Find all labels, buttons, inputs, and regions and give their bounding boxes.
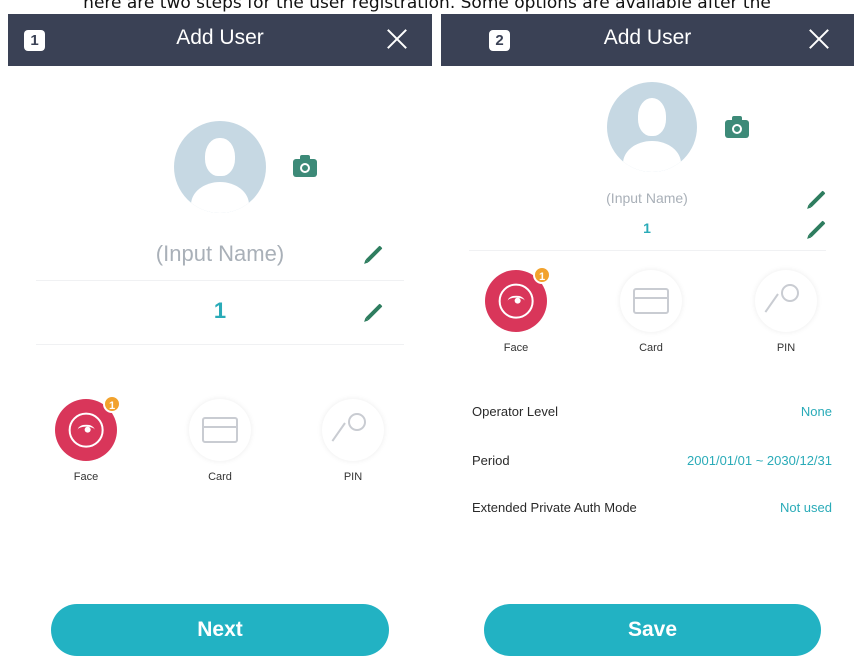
caption-text: here are two steps for the user registra…	[83, 0, 771, 13]
edit-id-icon[interactable]	[808, 220, 826, 238]
close-icon[interactable]	[384, 24, 410, 54]
next-button[interactable]: Next	[51, 604, 389, 656]
user-id-field[interactable]: 1	[622, 220, 672, 236]
edit-name-icon[interactable]	[808, 190, 826, 208]
operator-level-value[interactable]: None	[801, 404, 832, 419]
title-bar: 1 Add User	[8, 14, 432, 66]
id-divider	[469, 250, 826, 251]
name-input[interactable]: (Input Name)	[577, 190, 717, 206]
camera-icon[interactable]	[725, 116, 749, 138]
screen-title: Add User	[176, 26, 264, 49]
id-divider	[36, 344, 404, 345]
operator-level-label: Operator Level	[472, 404, 558, 419]
key-icon	[338, 413, 368, 447]
card-icon	[202, 417, 238, 443]
face-auth-circle: 1	[55, 395, 121, 461]
period-row[interactable]: Period 2001/01/01 ~ 2030/12/31	[472, 453, 832, 473]
extended-auth-mode-row[interactable]: Extended Private Auth Mode Not used	[472, 500, 832, 520]
face-icon	[498, 283, 534, 319]
face-count-badge: 1	[103, 395, 121, 413]
card-icon	[633, 288, 669, 314]
title-bar: 2 Add User	[441, 14, 854, 66]
card-label: Card	[639, 342, 663, 354]
avatar-body	[623, 141, 681, 172]
close-icon[interactable]	[806, 24, 832, 54]
auth-card-option[interactable]: Card	[183, 399, 257, 483]
key-icon	[771, 284, 801, 318]
add-user-step1-screen: 1 Add User (Input Name) 1 1 Face Card PI…	[8, 14, 432, 669]
pin-auth-circle	[755, 270, 817, 332]
auth-pin-option[interactable]: PIN	[316, 399, 390, 483]
card-auth-circle	[620, 270, 682, 332]
operator-level-row[interactable]: Operator Level None	[472, 404, 832, 424]
pin-label: PIN	[343, 471, 363, 483]
face-icon	[68, 412, 104, 448]
extended-auth-mode-value[interactable]: Not used	[780, 500, 832, 515]
period-value[interactable]: 2001/01/01 ~ 2030/12/31	[687, 453, 832, 468]
auth-pin-option[interactable]: PIN	[752, 270, 820, 354]
name-input[interactable]: (Input Name)	[120, 241, 320, 267]
extended-auth-mode-label: Extended Private Auth Mode	[472, 500, 637, 515]
user-id-field[interactable]: 1	[170, 298, 270, 324]
pin-auth-circle	[322, 399, 384, 461]
edit-name-icon[interactable]	[365, 245, 383, 263]
auth-card-option[interactable]: Card	[617, 270, 685, 354]
avatar-head	[637, 98, 667, 136]
avatar[interactable]	[607, 82, 697, 172]
auth-face-option[interactable]: 1 Face	[47, 395, 125, 483]
face-label: Face	[503, 342, 529, 354]
add-user-step2-screen: 2 Add User (Input Name) 1 1 Face Card PI…	[441, 14, 854, 669]
avatar-body	[190, 181, 250, 213]
avatar-head	[205, 137, 235, 177]
face-label: Face	[73, 471, 99, 483]
camera-icon[interactable]	[293, 155, 317, 177]
name-divider	[36, 280, 404, 281]
face-count-badge: 1	[533, 266, 551, 284]
avatar[interactable]	[174, 121, 266, 213]
period-label: Period	[472, 453, 510, 468]
edit-id-icon[interactable]	[365, 303, 383, 321]
auth-face-option[interactable]: 1 Face	[482, 266, 551, 354]
face-auth-circle: 1	[485, 266, 551, 332]
card-label: Card	[208, 471, 232, 483]
screen-title: Add User	[603, 26, 692, 49]
page: here are two steps for the user registra…	[0, 0, 854, 669]
pin-label: PIN	[776, 342, 796, 354]
save-button[interactable]: Save	[484, 604, 821, 656]
card-auth-circle	[189, 399, 251, 461]
